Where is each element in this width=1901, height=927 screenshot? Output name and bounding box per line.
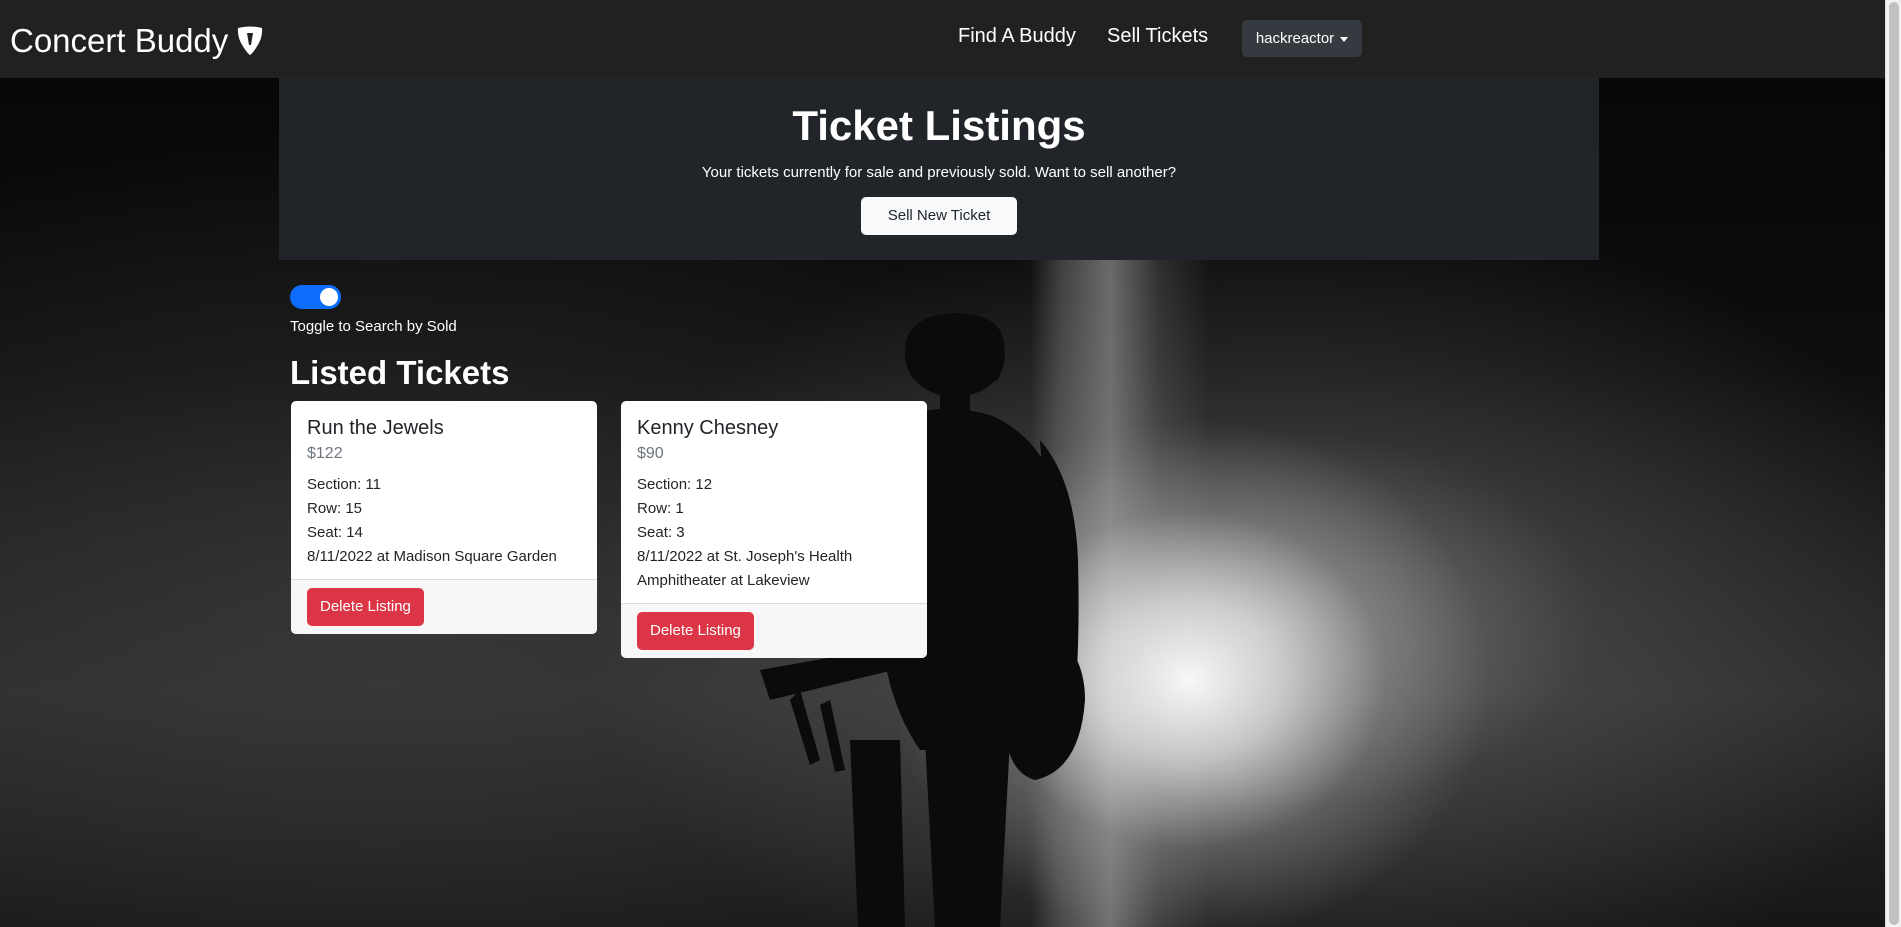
brand-link[interactable]: Concert Buddy [10,22,264,60]
ticket-row: Row: 1 [637,500,684,517]
ticket-price: $90 [637,445,664,462]
ticket-section: Section: 11 [307,476,381,493]
page-title: Ticket Listings [792,102,1086,149]
nav-sell-tickets[interactable]: Sell Tickets [1107,25,1208,48]
ticket-row: Row: 15 [307,500,363,517]
navbar: Concert Buddy Find A Buddy Sell Tickets … [0,0,1885,78]
ticket-event: 8/11/2022 at Madison Square Garden [307,548,557,565]
listings-header: Ticket Listings Your tickets currently f… [279,78,1599,260]
ticket-artist: Run the Jewels [307,417,444,439]
scrollbar-thumb[interactable] [1889,2,1899,925]
toggle-label: Toggle to Search by Sold [290,318,457,335]
ticket-event: 8/11/2022 at St. Joseph's Health Amphith… [637,548,853,589]
guitar-pick-logo-icon [238,26,263,55]
caret-down-icon [1340,36,1349,42]
ticket-card: Kenny Chesney $90 Section: 12 Row: 1 Sea… [621,401,927,658]
user-name: hackreactor [1255,30,1335,47]
nav-find-a-buddy[interactable]: Find A Buddy [958,25,1076,48]
toggle-knob [320,288,338,306]
ticket-artist: Kenny Chesney [637,417,779,439]
brand-name: Concert Buddy [10,22,229,59]
ticket-seat: Seat: 14 [307,524,363,541]
ticket-seat: Seat: 3 [637,524,685,541]
user-dropdown[interactable]: hackreactor [1242,20,1362,57]
page-subtitle: Your tickets currently for sale and prev… [701,164,1177,181]
section-title: Listed Tickets [290,354,510,391]
sell-new-ticket-button[interactable]: Sell New Ticket [861,197,1017,235]
ticket-price: $122 [307,445,343,462]
delete-listing-button[interactable]: Delete Listing [307,588,424,626]
scrollbar[interactable] [1885,0,1901,927]
sold-toggle[interactable] [290,285,341,309]
ticket-section: Section: 12 [637,476,713,493]
ticket-card: Run the Jewels $122 Section: 11 Row: 15 … [291,401,597,634]
delete-listing-button[interactable]: Delete Listing [637,612,754,650]
